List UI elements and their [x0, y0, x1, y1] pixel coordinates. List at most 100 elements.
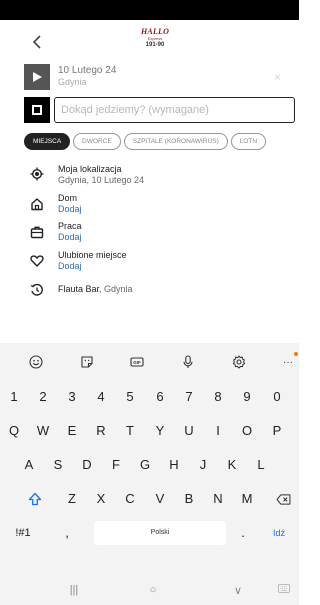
list-item-work[interactable]: Praca Dodaj [24, 218, 294, 246]
keyboard-toolbar: GIF ··· [0, 343, 299, 379]
status-bar [0, 0, 299, 20]
logo-line1: HALLO [140, 27, 170, 36]
stop-square-icon [32, 105, 42, 115]
key-j[interactable]: J [190, 451, 216, 479]
letter-row-2: A S D F G H J K L [0, 451, 299, 479]
recents-button[interactable]: ||| [64, 584, 84, 596]
settings-icon[interactable] [231, 355, 247, 369]
emoji-icon[interactable] [28, 355, 44, 369]
origin-row[interactable]: 10 Lutego 24 Gdynia × [24, 64, 294, 90]
bottom-key-row: !#1 , Polski . Idź [0, 519, 299, 547]
chip-airports[interactable]: LOTN [230, 133, 267, 150]
key-r[interactable]: R [88, 417, 114, 445]
key-2[interactable]: 2 [30, 383, 56, 411]
recent-place-name: Flauta Bar [58, 284, 100, 294]
key-u[interactable]: U [176, 417, 202, 445]
letter-row-3: Z X C V B N M [0, 485, 299, 513]
item-subtitle: Gdynia, 10 Lutego 24 [58, 175, 145, 185]
key-9[interactable]: 9 [234, 383, 260, 411]
key-y[interactable]: Y [147, 417, 173, 445]
backspace-icon [276, 494, 290, 505]
clear-origin-icon[interactable]: × [274, 71, 281, 83]
heart-icon [30, 254, 44, 268]
key-0[interactable]: 0 [264, 383, 290, 411]
gif-icon[interactable]: GIF [129, 355, 145, 369]
history-icon [30, 283, 44, 297]
key-5[interactable]: 5 [117, 383, 143, 411]
list-item-my-location[interactable]: Moja lokalizacja Gdynia, 10 Lutego 24 [24, 160, 294, 189]
key-7[interactable]: 7 [176, 383, 202, 411]
list-item-recent[interactable]: Flauta Bar, Gdynia [24, 276, 294, 304]
add-work-link[interactable]: Dodaj [58, 232, 82, 243]
key-m[interactable]: M [234, 485, 260, 513]
origin-subtitle: Gdynia [58, 77, 87, 87]
key-n[interactable]: N [205, 485, 231, 513]
key-1[interactable]: 1 [1, 383, 27, 411]
key-h[interactable]: H [161, 451, 187, 479]
key-c[interactable]: C [117, 485, 143, 513]
item-title: Dom [58, 193, 78, 203]
logo-line3: 191-90 [145, 42, 165, 48]
key-o[interactable]: O [234, 417, 260, 445]
space-key[interactable]: Polski [94, 521, 226, 545]
microphone-icon[interactable] [180, 355, 196, 369]
symbols-key[interactable]: !#1 [8, 519, 38, 547]
chevron-left-icon [32, 35, 41, 49]
key-8[interactable]: 8 [205, 383, 231, 411]
go-key[interactable]: Idź [266, 519, 292, 547]
key-b[interactable]: B [176, 485, 202, 513]
key-f[interactable]: F [103, 451, 129, 479]
comma-key[interactable]: , [54, 519, 80, 547]
more-icon[interactable]: ··· [281, 352, 298, 369]
home-button[interactable]: ○ [143, 584, 163, 596]
key-d[interactable]: D [74, 451, 100, 479]
chip-stations[interactable]: DWORCE [73, 133, 121, 150]
key-i[interactable]: I [205, 417, 231, 445]
keyboard-icon[interactable] [276, 584, 292, 596]
key-p[interactable]: P [264, 417, 290, 445]
chip-places[interactable]: MIEJSCA [24, 133, 71, 150]
key-l[interactable]: L [248, 451, 274, 479]
location-target-icon [30, 167, 44, 181]
keyboard: GIF ··· 1 2 3 4 5 6 7 8 9 0 Q W E R T Y … [0, 343, 299, 605]
item-title: Praca [58, 221, 82, 231]
letter-row-1: Q W E R T Y U I O P [0, 417, 299, 445]
play-icon [33, 72, 42, 82]
back-button[interactable] [30, 34, 44, 50]
key-4[interactable]: 4 [88, 383, 114, 411]
system-nav-bar: ||| ○ ∨ [0, 578, 299, 605]
briefcase-icon [30, 225, 44, 239]
add-favorite-link[interactable]: Dodaj [58, 261, 82, 272]
key-k[interactable]: K [219, 451, 245, 479]
origin-title: 10 Lutego 24 [58, 65, 117, 76]
key-s[interactable]: S [45, 451, 71, 479]
shift-key[interactable] [22, 485, 48, 513]
destination-input[interactable] [54, 97, 295, 123]
key-q[interactable]: Q [1, 417, 27, 445]
period-key[interactable]: . [230, 519, 256, 547]
back-nav-button[interactable]: ∨ [228, 584, 248, 597]
recent-place-city: , Gdynia [99, 284, 133, 294]
key-x[interactable]: X [88, 485, 114, 513]
item-title: Moja lokalizacja [58, 164, 122, 174]
key-w[interactable]: W [30, 417, 56, 445]
key-g[interactable]: G [132, 451, 158, 479]
key-6[interactable]: 6 [147, 383, 173, 411]
key-a[interactable]: A [16, 451, 42, 479]
key-3[interactable]: 3 [59, 383, 85, 411]
key-e[interactable]: E [59, 417, 85, 445]
destination-row [24, 97, 295, 123]
shift-icon [28, 492, 42, 506]
more-label: ··· [283, 356, 293, 368]
chip-hospitals[interactable]: SZPITALE (KORONAWIRUS) [123, 133, 228, 150]
number-row: 1 2 3 4 5 6 7 8 9 0 [0, 383, 299, 411]
add-home-link[interactable]: Dodaj [58, 204, 82, 215]
key-v[interactable]: V [147, 485, 173, 513]
sticker-icon[interactable] [79, 355, 95, 369]
key-t[interactable]: T [117, 417, 143, 445]
key-z[interactable]: Z [59, 485, 85, 513]
notification-dot [294, 352, 298, 356]
list-item-home[interactable]: Dom Dodaj [24, 189, 294, 218]
list-item-favorite[interactable]: Ulubione miejsce Dodaj [24, 246, 294, 276]
backspace-key[interactable] [270, 485, 296, 513]
